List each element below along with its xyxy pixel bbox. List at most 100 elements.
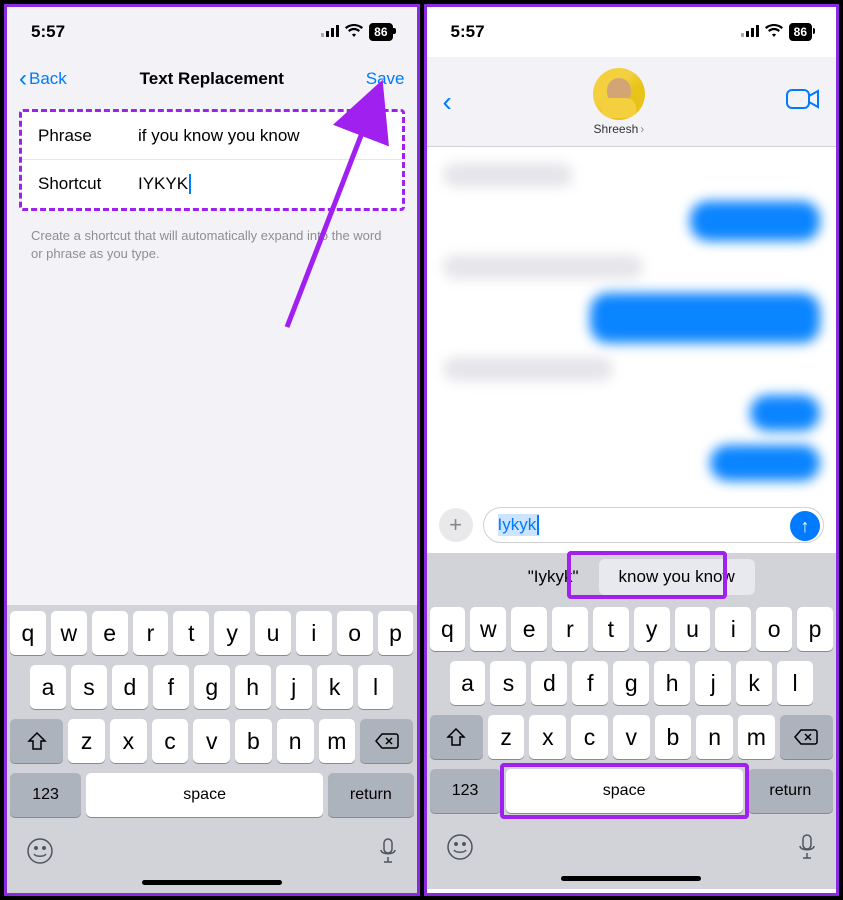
key-p[interactable]: p xyxy=(378,611,414,655)
contact-info[interactable]: Shreesh› xyxy=(593,68,645,136)
key-f[interactable]: f xyxy=(572,661,608,705)
key-h[interactable]: h xyxy=(235,665,271,709)
key-t[interactable]: t xyxy=(173,611,209,655)
signal-icon xyxy=(741,22,759,42)
key-g[interactable]: g xyxy=(613,661,649,705)
key-l[interactable]: l xyxy=(358,665,394,709)
key-i[interactable]: i xyxy=(715,607,751,651)
chevron-left-icon: ‹ xyxy=(19,65,27,93)
key-b[interactable]: b xyxy=(655,715,692,759)
key-s[interactable]: s xyxy=(71,665,107,709)
chat-messages[interactable] xyxy=(427,147,837,497)
save-button[interactable]: Save xyxy=(366,69,405,89)
key-r[interactable]: r xyxy=(133,611,169,655)
key-r[interactable]: r xyxy=(552,607,588,651)
battery-level: 86 xyxy=(369,23,392,41)
chat-header: ‹ Shreesh› xyxy=(427,57,837,147)
phrase-input[interactable]: if you know you know xyxy=(138,126,386,146)
shift-key[interactable] xyxy=(430,715,483,759)
key-i[interactable]: i xyxy=(296,611,332,655)
battery-level: 86 xyxy=(789,23,812,41)
key-s[interactable]: s xyxy=(490,661,526,705)
phone-settings: 5:57 86 ‹ Back Text Replacement Save Phr… xyxy=(4,4,420,896)
shift-key[interactable] xyxy=(10,719,63,763)
key-c[interactable]: c xyxy=(571,715,608,759)
return-key[interactable]: return xyxy=(748,769,833,813)
keyboard: qwertyuiop asdfghjkl zxcvbnm 123 space r… xyxy=(7,605,417,893)
key-a[interactable]: a xyxy=(30,665,66,709)
backspace-key[interactable] xyxy=(360,719,413,763)
wifi-icon xyxy=(765,22,783,42)
key-o[interactable]: o xyxy=(756,607,792,651)
return-key[interactable]: return xyxy=(328,773,413,817)
key-l[interactable]: l xyxy=(777,661,813,705)
key-y[interactable]: y xyxy=(634,607,670,651)
emoji-key[interactable] xyxy=(446,833,474,866)
video-call-button[interactable] xyxy=(786,87,820,116)
key-w[interactable]: w xyxy=(470,607,506,651)
message-out xyxy=(690,201,820,241)
key-y[interactable]: y xyxy=(214,611,250,655)
key-b[interactable]: b xyxy=(235,719,272,763)
key-a[interactable]: a xyxy=(450,661,486,705)
wifi-icon xyxy=(345,22,363,42)
numbers-key[interactable]: 123 xyxy=(10,773,81,817)
message-input[interactable]: Iykyk ↑ xyxy=(483,507,825,543)
mic-key[interactable] xyxy=(378,837,398,870)
phrase-row[interactable]: Phrase if you know you know xyxy=(22,112,402,160)
key-e[interactable]: e xyxy=(511,607,547,651)
key-h[interactable]: h xyxy=(654,661,690,705)
status-bar: 5:57 86 xyxy=(7,7,417,57)
key-k[interactable]: k xyxy=(317,665,353,709)
key-u[interactable]: u xyxy=(675,607,711,651)
back-button[interactable]: ‹ xyxy=(443,86,452,118)
key-j[interactable]: j xyxy=(695,661,731,705)
key-d[interactable]: d xyxy=(112,665,148,709)
key-g[interactable]: g xyxy=(194,665,230,709)
key-o[interactable]: o xyxy=(337,611,373,655)
hint-text: Create a shortcut that will automaticall… xyxy=(7,219,417,271)
key-c[interactable]: c xyxy=(152,719,189,763)
space-key[interactable]: space xyxy=(506,769,743,813)
add-button[interactable]: + xyxy=(439,508,473,542)
key-m[interactable]: m xyxy=(319,719,356,763)
home-indicator[interactable] xyxy=(561,876,701,881)
status-time: 5:57 xyxy=(31,22,65,42)
key-d[interactable]: d xyxy=(531,661,567,705)
signal-icon xyxy=(321,22,339,42)
key-j[interactable]: j xyxy=(276,665,312,709)
back-button[interactable]: ‹ Back xyxy=(19,65,67,93)
shortcut-input[interactable]: IYKYK xyxy=(138,174,386,195)
numbers-key[interactable]: 123 xyxy=(430,769,501,813)
key-k[interactable]: k xyxy=(736,661,772,705)
key-z[interactable]: z xyxy=(488,715,525,759)
key-x[interactable]: x xyxy=(529,715,566,759)
key-n[interactable]: n xyxy=(277,719,314,763)
key-w[interactable]: w xyxy=(51,611,87,655)
key-q[interactable]: q xyxy=(10,611,46,655)
key-f[interactable]: f xyxy=(153,665,189,709)
key-m[interactable]: m xyxy=(738,715,775,759)
home-indicator[interactable] xyxy=(142,880,282,885)
message-out xyxy=(710,445,820,481)
key-u[interactable]: u xyxy=(255,611,291,655)
send-button[interactable]: ↑ xyxy=(790,511,820,541)
backspace-key[interactable] xyxy=(780,715,833,759)
shortcut-row[interactable]: Shortcut IYKYK xyxy=(22,160,402,208)
key-v[interactable]: v xyxy=(613,715,650,759)
key-n[interactable]: n xyxy=(696,715,733,759)
emoji-key[interactable] xyxy=(26,837,54,870)
message-out xyxy=(750,395,820,431)
key-x[interactable]: x xyxy=(110,719,147,763)
phrase-label: Phrase xyxy=(38,126,138,146)
key-v[interactable]: v xyxy=(193,719,230,763)
key-z[interactable]: z xyxy=(68,719,105,763)
space-key[interactable]: space xyxy=(86,773,323,817)
chevron-right-icon: › xyxy=(640,122,644,136)
mic-key[interactable] xyxy=(797,833,817,866)
key-e[interactable]: e xyxy=(92,611,128,655)
key-q[interactable]: q xyxy=(430,607,466,651)
suggestion-bar: "Iykyk" know you know xyxy=(427,553,837,601)
key-p[interactable]: p xyxy=(797,607,833,651)
key-t[interactable]: t xyxy=(593,607,629,651)
